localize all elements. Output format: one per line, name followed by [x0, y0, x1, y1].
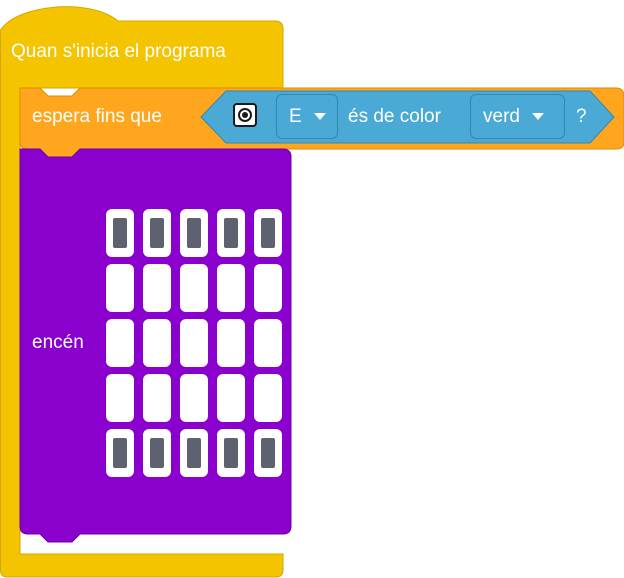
matrix-pixel[interactable]	[217, 429, 245, 477]
matrix-pixel[interactable]	[180, 429, 208, 477]
matrix-pixel[interactable]	[143, 429, 171, 477]
port-value: E	[289, 105, 302, 127]
matrix-pixel[interactable]	[143, 374, 171, 422]
matrix-pixel[interactable]	[254, 264, 282, 312]
matrix-pixel[interactable]	[254, 374, 282, 422]
color-value: verd	[483, 105, 520, 127]
light-matrix-label: encén	[32, 332, 84, 353]
pixel-on-indicator	[150, 438, 164, 468]
matrix-pixel[interactable]	[143, 209, 171, 257]
pixel-on-indicator	[261, 218, 275, 248]
question-mark-label: ?	[576, 106, 587, 127]
pixel-on-indicator	[187, 218, 201, 248]
matrix-pixel[interactable]	[106, 319, 134, 367]
pixel-on-indicator	[187, 438, 201, 468]
matrix-pixel[interactable]	[106, 264, 134, 312]
matrix-pixel[interactable]	[254, 209, 282, 257]
block-stack[interactable]	[0, 0, 624, 578]
matrix-pixel[interactable]	[254, 429, 282, 477]
matrix-pixel[interactable]	[106, 209, 134, 257]
pixel-on-indicator	[224, 438, 238, 468]
wait-until-label: espera fins que	[32, 106, 162, 127]
pixel-on-indicator	[113, 218, 127, 248]
matrix-pixel[interactable]	[180, 209, 208, 257]
matrix-pixel[interactable]	[254, 319, 282, 367]
pixel-on-indicator	[150, 218, 164, 248]
pixel-on-indicator	[113, 438, 127, 468]
color-sensor-icon	[233, 103, 257, 127]
color-dropdown[interactable]: verd	[470, 94, 565, 139]
pixel-on-indicator	[224, 218, 238, 248]
matrix-pixel[interactable]	[106, 374, 134, 422]
matrix-pixel[interactable]	[180, 319, 208, 367]
light-matrix-grid[interactable]	[106, 209, 282, 477]
matrix-pixel[interactable]	[180, 264, 208, 312]
matrix-pixel[interactable]	[143, 319, 171, 367]
matrix-pixel[interactable]	[180, 374, 208, 422]
event-block-label: Quan s'inicia el programa	[11, 41, 226, 62]
matrix-pixel[interactable]	[217, 264, 245, 312]
port-dropdown[interactable]: E	[276, 94, 338, 139]
chevron-down-icon	[313, 113, 326, 120]
matrix-pixel[interactable]	[217, 209, 245, 257]
matrix-pixel[interactable]	[217, 319, 245, 367]
matrix-pixel[interactable]	[217, 374, 245, 422]
matrix-pixel[interactable]	[143, 264, 171, 312]
condition-label: és de color	[348, 106, 441, 127]
chevron-down-icon	[531, 113, 544, 120]
matrix-pixel[interactable]	[106, 429, 134, 477]
pixel-on-indicator	[261, 438, 275, 468]
